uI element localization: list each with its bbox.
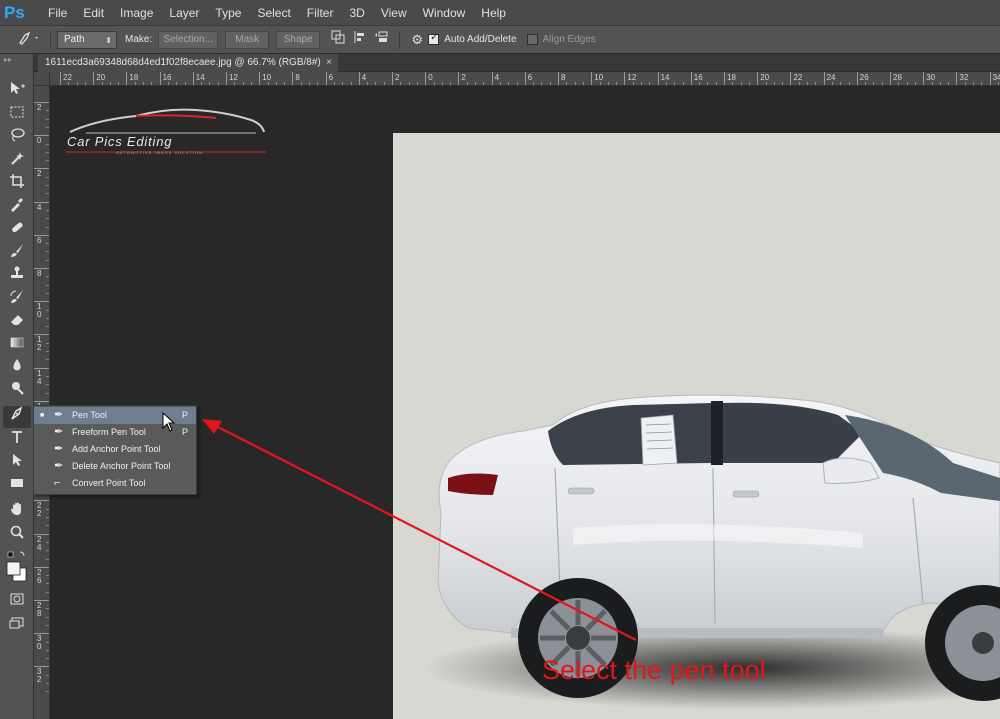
annotation-arrow: [202, 419, 637, 641]
photoshop-window: Ps File Edit Image Layer Type Select Fil…: [0, 0, 1000, 719]
annotation-text: Select the pen tool: [542, 655, 766, 685]
